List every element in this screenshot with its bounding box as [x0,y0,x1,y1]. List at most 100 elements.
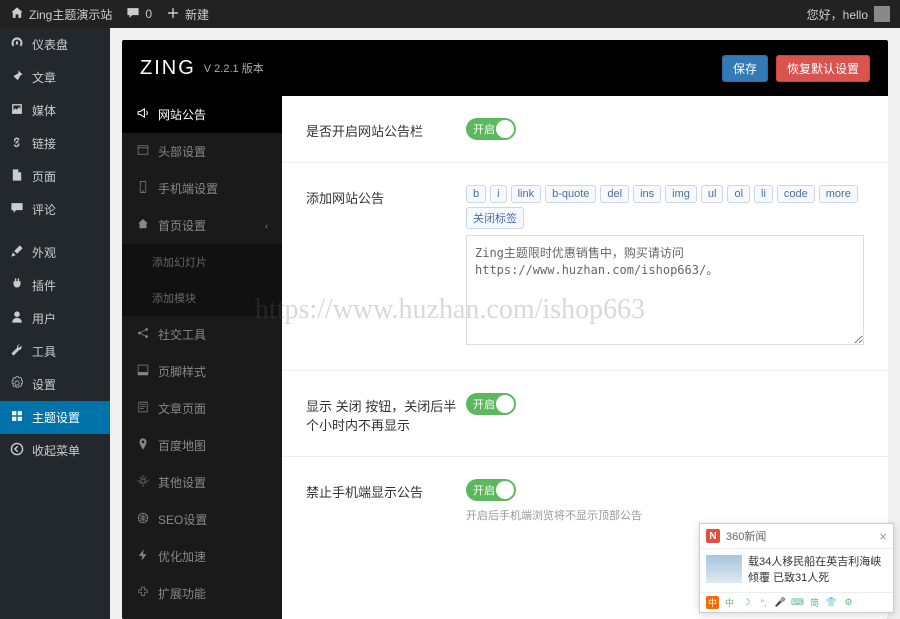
tray-simp-icon[interactable]: 简 [808,596,821,609]
comment-icon [126,6,140,23]
wp-menu-gear[interactable]: 设置 [0,368,110,401]
menu-label: 媒体 [32,102,56,119]
menu-label: 主题设置 [32,409,80,426]
wp-menu-collapse[interactable]: 收起菜单 [0,434,110,467]
wp-menu-wrench[interactable]: 工具 [0,335,110,368]
tray-gear-icon[interactable]: ⚙ [842,596,855,609]
reset-button[interactable]: 恢复默认设置 [776,55,870,82]
editor-btn-b[interactable]: b [466,185,486,203]
tab-label: 页脚样式 [158,363,206,380]
settings-tab-map[interactable]: 百度地图 [122,427,282,464]
wp-menu-comment[interactable]: 评论 [0,193,110,226]
news-thumbnail[interactable] [706,555,742,583]
tab-label: 头部设置 [158,143,206,160]
wp-menu-theme[interactable]: 主题设置 [0,401,110,434]
tray-moon-icon[interactable]: ☽ [740,596,753,609]
wp-menu-brush[interactable]: 外观 [0,236,110,269]
settings-tab-mobile[interactable]: 手机端设置 [122,170,282,207]
announcement-textarea[interactable] [466,235,864,345]
tab-label: 文章页面 [158,400,206,417]
comment-icon [10,201,24,218]
greeting[interactable]: 您好，hello [807,6,868,23]
user-icon [10,310,24,327]
tab-label: 扩展功能 [158,585,206,602]
ime-indicator[interactable]: 中 [706,596,719,609]
new-link[interactable]: 新建 [166,6,209,23]
editor-btn-img[interactable]: img [665,185,697,203]
tray-punct-icon[interactable]: °, [757,596,770,609]
settings-tab-post[interactable]: 文章页面 [122,390,282,427]
share-icon [136,326,150,343]
wp-menu-page[interactable]: 页面 [0,160,110,193]
menu-label: 工具 [32,343,56,360]
ext-icon [136,585,150,602]
settings-tab-foot[interactable]: 页脚样式 [122,353,282,390]
settings-tab-bolt[interactable]: 优化加速 [122,538,282,575]
settings-tab-cog[interactable]: 其他设置 [122,464,282,501]
collapse-icon [10,442,24,459]
mobile-icon [136,180,150,197]
editor-btn-ul[interactable]: ul [701,185,724,203]
editor-btn-more[interactable]: more [819,185,858,203]
toggle-mobile-off[interactable]: 开启 [466,479,516,501]
editor-btn-i[interactable]: i [490,185,506,203]
settings-tab-sub[interactable]: 添加模块 [122,280,282,316]
editor-btn-关闭标签[interactable]: 关闭标签 [466,207,524,229]
label-mobile-off: 禁止手机端显示公告 [306,479,466,523]
plus-icon [166,6,180,23]
news-logo-icon: N [706,529,720,543]
wp-admin-sidebar: 仪表盘文章媒体链接页面评论外观插件用户工具设置主题设置收起菜单 [0,28,110,619]
editor-toolbar: bilinkb-quotedelinsimgulollicodemore 关闭标签 [466,185,864,229]
tray-skin-icon[interactable]: 👕 [825,596,838,609]
cog-icon [136,474,150,491]
wp-menu-plugin[interactable]: 插件 [0,269,110,302]
site-name: Zing主题演示站 [29,6,112,23]
wp-menu-pin[interactable]: 文章 [0,61,110,94]
tray-keyboard-icon[interactable]: ⌨ [791,596,804,609]
editor-btn-b-quote[interactable]: b-quote [545,185,596,203]
toggle-enable-bar[interactable]: 开启 [466,118,516,140]
settings-tab-win[interactable]: 头部设置 [122,133,282,170]
editor-btn-code[interactable]: code [777,185,815,203]
wp-menu-dashboard[interactable]: 仪表盘 [0,28,110,61]
settings-tab-bull[interactable]: 网站公告 [122,96,282,133]
news-headline[interactable]: 载34人移民船在英吉利海峡倾覆 已致31人死 [748,555,887,586]
editor-btn-link[interactable]: link [511,185,542,203]
panel-header: ZING V 2.2.1 版本 保存 恢复默认设置 [122,40,888,96]
tray-mic-icon[interactable]: 🎤 [774,596,787,609]
wrench-icon [10,343,24,360]
comments-link[interactable]: 0 [126,6,152,23]
wp-menu-user[interactable]: 用户 [0,302,110,335]
version-text: V 2.2.1 版本 [204,60,264,76]
tab-label: 百度地图 [158,437,206,454]
settings-tab-ext[interactable]: 扩展功能 [122,575,282,612]
save-button[interactable]: 保存 [722,55,768,82]
home-icon [136,217,150,234]
editor-btn-ins[interactable]: ins [633,185,661,203]
editor-btn-ol[interactable]: ol [727,185,750,203]
settings-tab-home[interactable]: 首页设置‹ [122,207,282,244]
popup-close-icon[interactable]: × [879,529,887,544]
wp-menu-link[interactable]: 链接 [0,127,110,160]
wp-menu-media[interactable]: 媒体 [0,94,110,127]
avatar[interactable] [874,6,890,22]
site-link[interactable]: Zing主题演示站 [10,6,112,23]
page-icon [10,168,24,185]
link-icon [10,135,24,152]
settings-tab-code[interactable]: 添加代码 [122,612,282,619]
menu-label: 页面 [32,168,56,185]
toggle-close-btn[interactable]: 开启 [466,393,516,415]
menu-label: 设置 [32,376,56,393]
ime-icon[interactable]: 中 [723,596,736,609]
dashboard-icon [10,36,24,53]
tab-label: 添加模块 [152,290,196,306]
settings-tab-share[interactable]: 社交工具 [122,316,282,353]
editor-btn-del[interactable]: del [600,185,629,203]
settings-tab-seo[interactable]: SEO设置 [122,501,282,538]
settings-tab-sub[interactable]: 添加幻灯片 [122,244,282,280]
editor-btn-li[interactable]: li [754,185,773,203]
label-add-ann: 添加网站公告 [306,185,466,348]
tab-label: 其他设置 [158,474,206,491]
menu-label: 文章 [32,69,56,86]
tab-label: 优化加速 [158,548,206,565]
